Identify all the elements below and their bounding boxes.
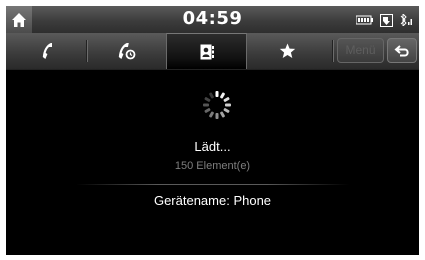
tab-contacts[interactable] (166, 33, 247, 69)
divider (76, 184, 349, 185)
device-name: Gerätename: Phone (153, 193, 272, 208)
status-icons (356, 13, 413, 27)
tab-call-history[interactable] (6, 33, 86, 69)
tab-favorites[interactable] (247, 33, 327, 69)
contacts-book-icon (200, 44, 214, 59)
menu-button[interactable]: Menü (337, 38, 384, 63)
phone-dial-icon (118, 43, 135, 60)
phone-screen: 04:59 Menü Lädt... 150 Element(e) Geräte… (6, 6, 419, 255)
bluetooth-signal-icon (400, 14, 412, 26)
tab-bar: Menü (6, 33, 419, 70)
element-count: 150 Element(e) (174, 160, 251, 172)
loading-label: Lädt... (194, 139, 231, 154)
phone-icon (42, 43, 52, 59)
phonebook-download-icon (380, 13, 393, 27)
star-icon (279, 43, 295, 58)
loading-spinner-icon (203, 91, 231, 119)
back-button[interactable] (387, 38, 417, 63)
status-bar: 04:59 (6, 6, 419, 33)
back-arrow-icon (394, 44, 409, 56)
tab-divider (332, 40, 333, 62)
battery-icon (356, 15, 373, 25)
tab-dial[interactable] (87, 33, 166, 69)
